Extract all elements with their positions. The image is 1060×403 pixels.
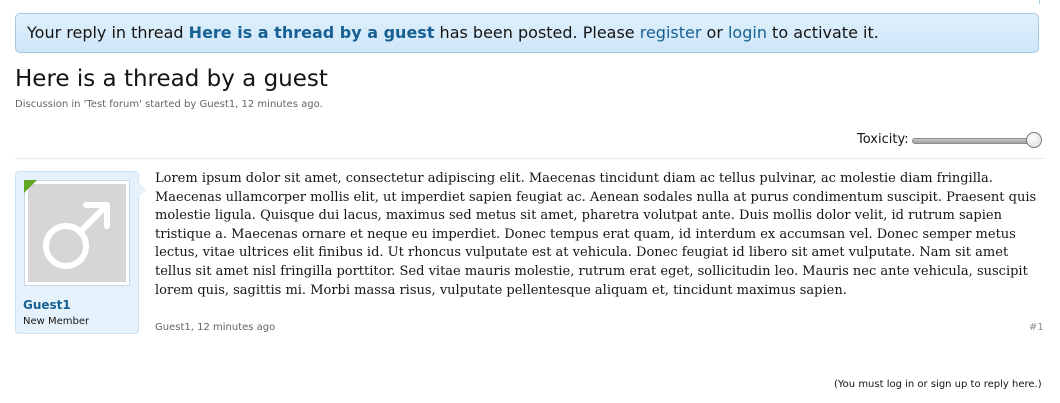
thread-meta: Discussion in 'Test forum' started by Gu… bbox=[15, 99, 323, 110]
notice-or: or bbox=[701, 23, 728, 42]
author-title: New Member bbox=[23, 316, 90, 327]
login-to-reply-note: (You must log in or sign up to reply her… bbox=[834, 379, 1042, 390]
male-symbol-icon bbox=[43, 202, 110, 269]
post-permalink[interactable]: #1 bbox=[1029, 322, 1044, 333]
register-link[interactable]: register bbox=[640, 23, 702, 42]
thread-link[interactable]: Here is a thread by a guest bbox=[189, 23, 435, 42]
separator-line bbox=[15, 158, 1045, 159]
reply-posted-notice: Your reply in thread Here is a thread by… bbox=[15, 13, 1039, 53]
top-border-line bbox=[1039, 0, 1040, 4]
post-author-date-link[interactable]: Guest1, 12 minutes ago bbox=[155, 322, 275, 333]
post-message-body: Lorem ipsum dolor sit amet, consectetur … bbox=[155, 171, 1037, 298]
author-box-arrow bbox=[138, 182, 146, 198]
author-name-link[interactable]: Guest1 bbox=[23, 298, 71, 312]
notice-suffix: to activate it. bbox=[766, 23, 879, 42]
online-indicator bbox=[24, 180, 37, 193]
notice-middle: has been posted. Please bbox=[434, 23, 640, 42]
toxicity-slider-track[interactable] bbox=[912, 138, 1034, 144]
login-link[interactable]: login bbox=[728, 23, 767, 42]
toxicity-slider-thumb[interactable] bbox=[1026, 132, 1042, 148]
thread-title: Here is a thread by a guest bbox=[15, 66, 328, 92]
avatar-image bbox=[28, 184, 126, 282]
notice-prefix: Your reply in thread bbox=[27, 23, 189, 42]
author-box: Guest1 New Member bbox=[15, 171, 146, 334]
avatar[interactable] bbox=[24, 180, 130, 286]
toxicity-label: Toxicity: bbox=[857, 132, 909, 147]
